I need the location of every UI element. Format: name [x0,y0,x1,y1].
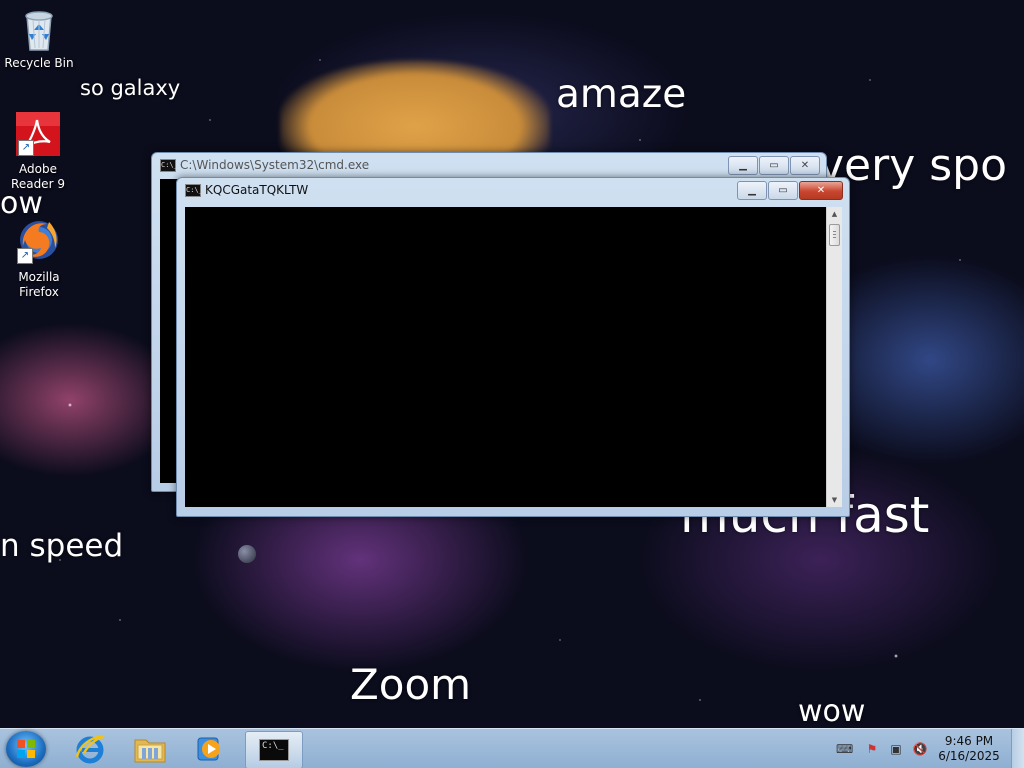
adobe-reader-icon: ↗ [16,112,60,156]
window-controls: ▁ ▭ ✕ [736,181,843,200]
cmd-icon: C:\_ [259,739,289,761]
window-titlebar[interactable]: C:\_ C:\Windows\System32\cmd.exe ▁ ▭ ✕ [152,153,826,177]
taskbar-windows-explorer[interactable] [122,731,178,767]
clock-time: 9:46 PM [944,734,994,748]
desktop-icon-recycle-bin[interactable]: Recycle Bin [1,6,77,71]
desktop-icon-label: Mozilla Firefox [18,270,60,299]
wallpaper-text-wow-bottom: wow [798,694,866,729]
show-desktop-button[interactable] [1011,729,1024,768]
window-titlebar[interactable]: C:\_ KQCGataTQKLTW ▁ ▭ ✕ [177,178,849,202]
scroll-down-arrow-icon[interactable]: ▼ [827,493,842,507]
keyboard-icon[interactable]: ⌨ [836,742,853,756]
cmd-icon: C:\_ [160,159,178,172]
wallpaper-text-so-galaxy: so galaxy [80,76,181,100]
taskbar: C:\_ ⌨ ⚑ ▣ 🔇 9:46 PM 6/16/2025 [0,728,1024,768]
network-icon[interactable]: ▣ [888,742,904,756]
taskbar-command-prompt[interactable]: C:\_ [245,731,303,768]
folder-icon [134,739,166,763]
shortcut-arrow-icon: ↗ [17,248,33,264]
system-tray: ⌨ ⚑ ▣ 🔇 9:46 PM 6/16/2025 [824,729,1024,768]
maximize-button[interactable]: ▭ [759,156,789,175]
wallpaper-text-speed: n speed [0,528,124,564]
console-scrollbar[interactable]: ▲ ▼ [826,207,842,507]
volume-muted-icon[interactable]: 🔇 [912,742,928,756]
minimize-button[interactable]: ▁ [728,156,758,175]
taskbar-media-player[interactable] [182,731,238,767]
wallpaper-text-amaze: amaze [556,72,687,117]
windows-logo-icon [17,740,35,758]
minimize-button[interactable]: ▁ [737,181,767,200]
recycle-bin-icon [15,6,63,54]
maximize-button[interactable]: ▭ [768,181,798,200]
clock-date: 6/16/2025 [938,749,1000,763]
desktop-icon-label: Adobe Reader 9 [11,162,65,191]
cmd-icon: C:\_ [185,184,203,197]
console-area[interactable] [185,207,826,507]
media-player-icon [197,737,220,761]
window-title: C:\Windows\System32\cmd.exe [180,158,370,172]
internet-explorer-icon [75,735,105,764]
wallpaper-text-zoom: Zoom [350,660,472,709]
window-title: KQCGataTQKLTW [205,183,309,197]
window-cmd-foreground[interactable]: C:\_ KQCGataTQKLTW ▁ ▭ ✕ ▲ ▼ [176,177,850,517]
desktop: so galaxy amaze very spo ow n speed much… [0,0,1024,768]
desktop-icon-adobe-reader[interactable]: ↗ Adobe Reader 9 [0,112,76,192]
wallpaper-planet [238,545,256,563]
close-button[interactable]: ✕ [790,156,820,175]
start-button[interactable] [6,731,46,767]
close-button[interactable]: ✕ [799,181,843,200]
taskbar-internet-explorer[interactable] [62,731,118,767]
firefox-icon: ↗ [15,216,63,264]
window-controls: ▁ ▭ ✕ [727,156,820,175]
action-center-flag-icon[interactable]: ⚑ [864,742,880,756]
scrollbar-thumb[interactable] [829,224,840,246]
shortcut-arrow-icon: ↗ [18,140,34,156]
desktop-icon-firefox[interactable]: ↗ Mozilla Firefox [1,216,77,300]
desktop-icon-label: Recycle Bin [4,56,74,70]
clock[interactable]: 9:46 PM 6/16/2025 [934,734,1004,764]
scroll-up-arrow-icon[interactable]: ▲ [827,207,842,221]
